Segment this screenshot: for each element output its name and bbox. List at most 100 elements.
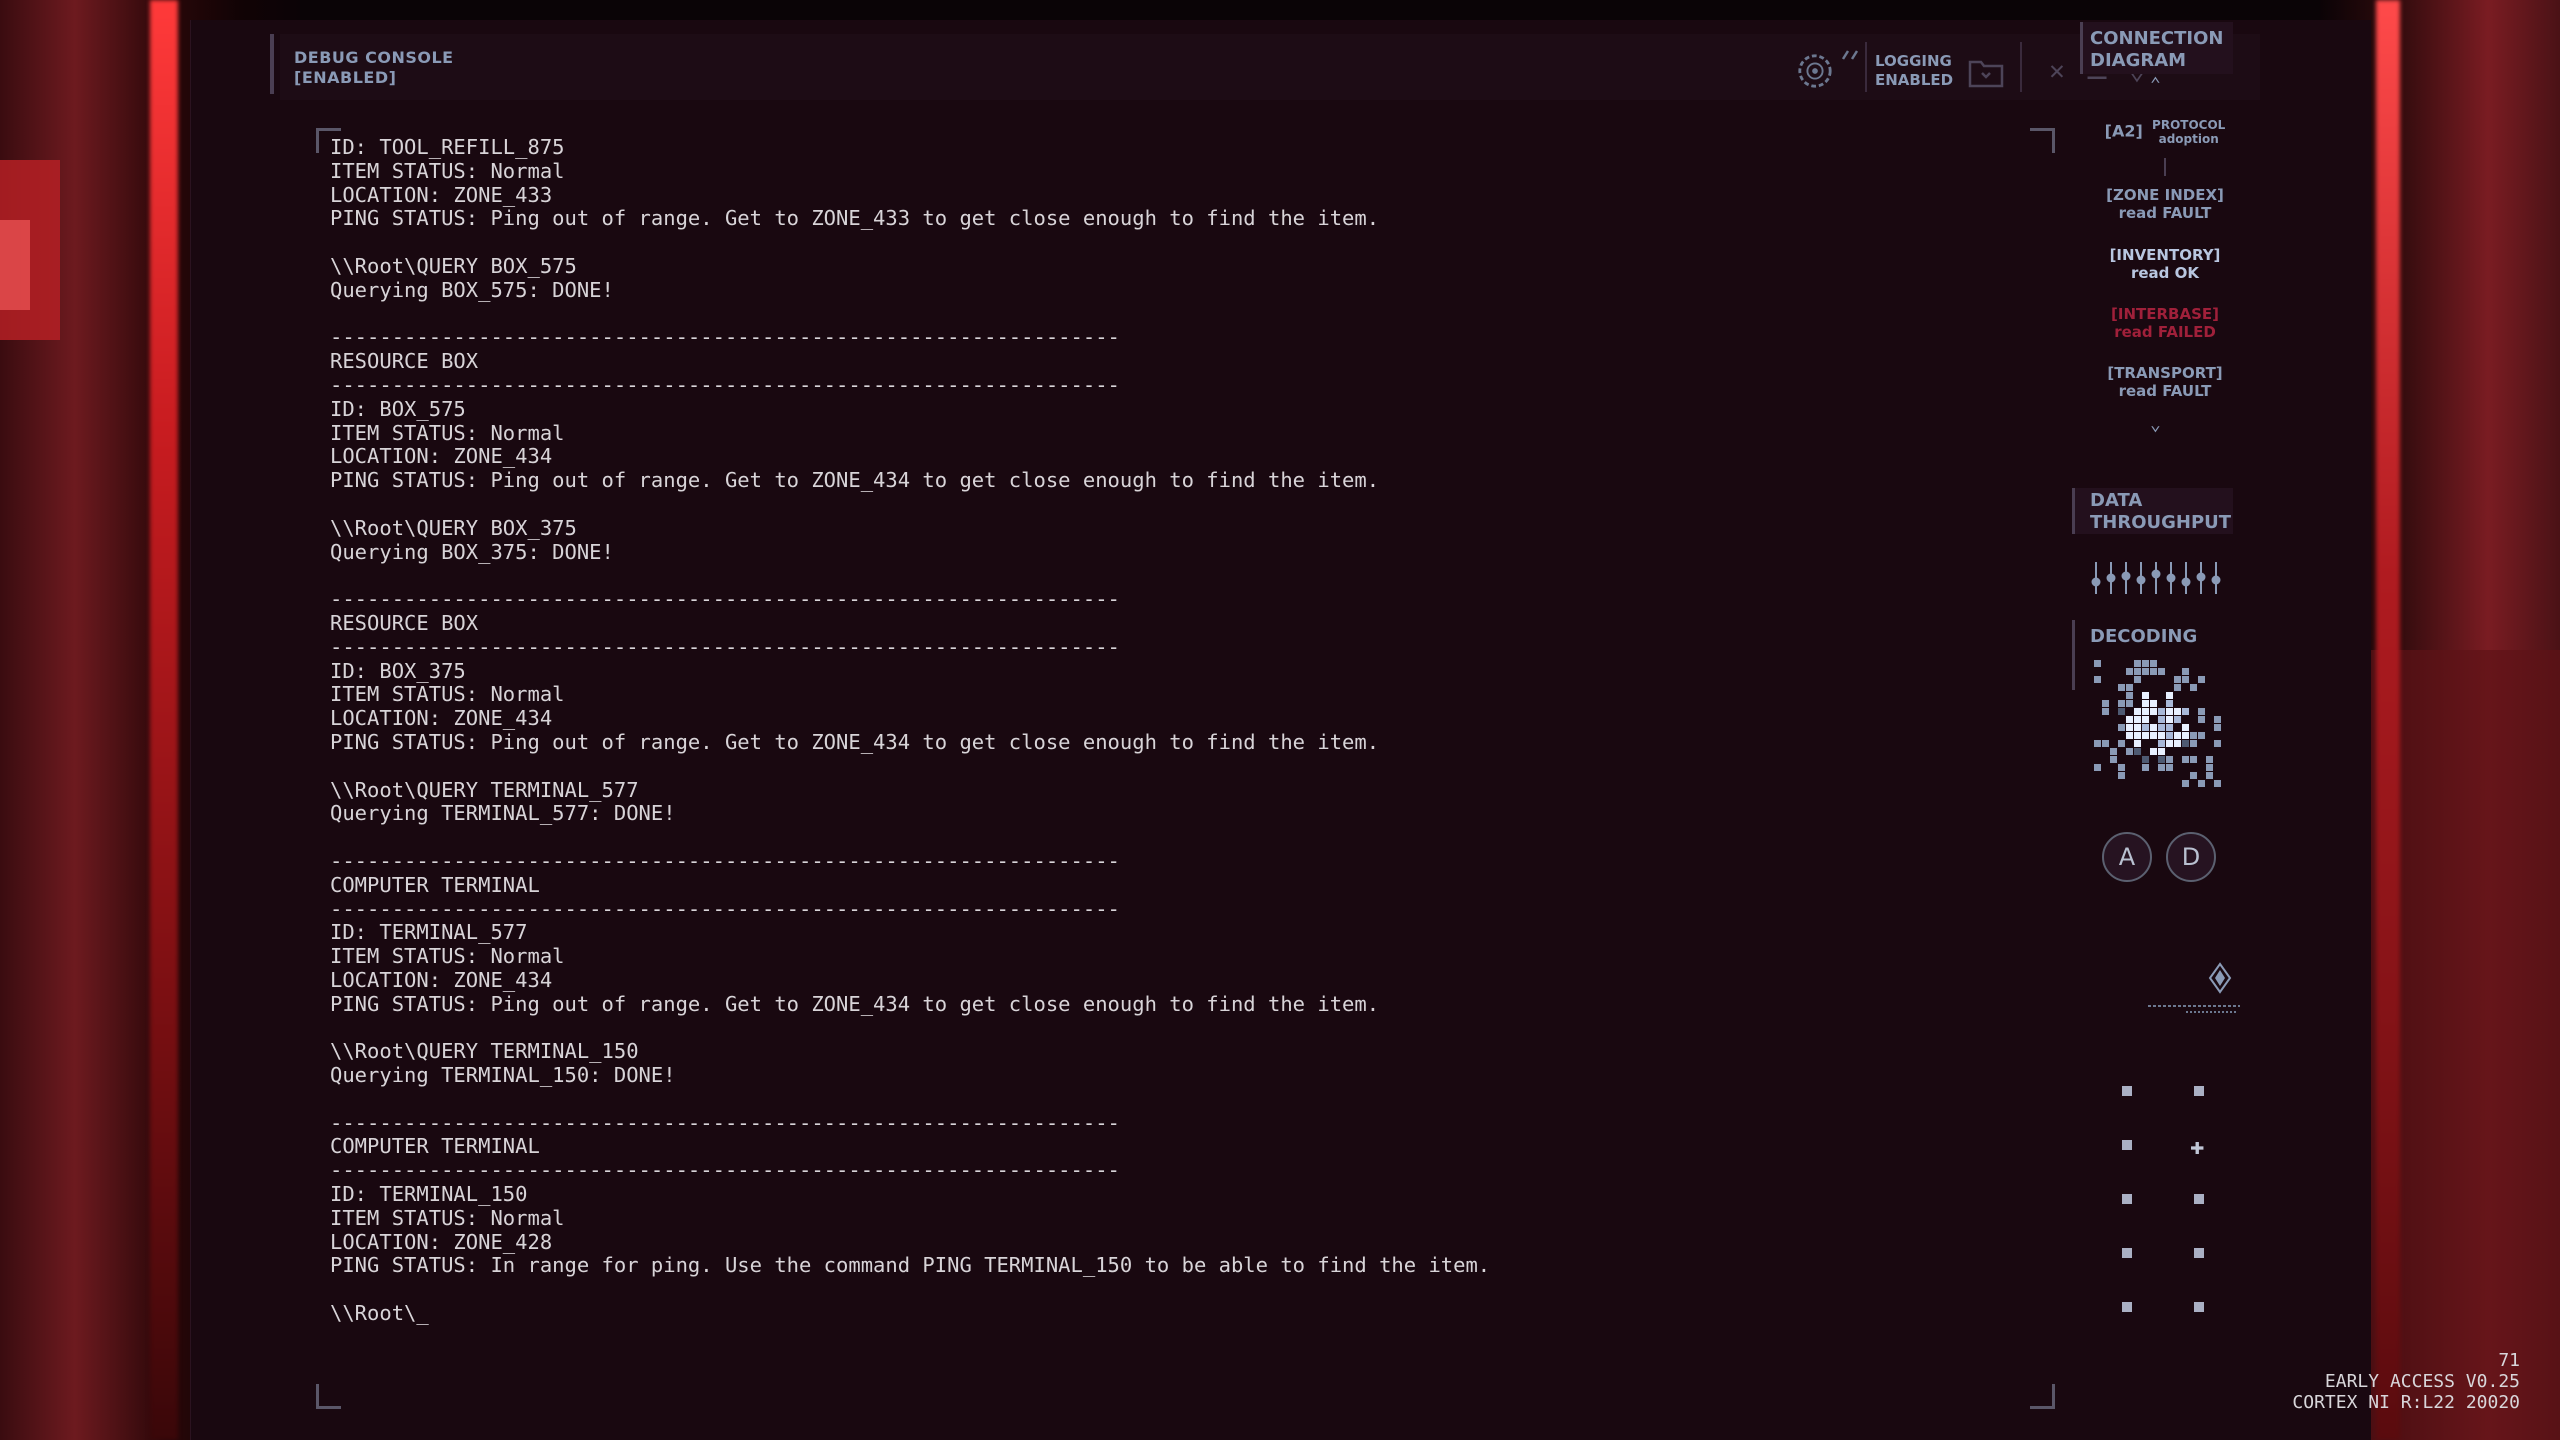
decoding-side-bar xyxy=(2072,620,2075,690)
decoding-pixel-grid xyxy=(2094,660,2222,787)
decoding-pixel xyxy=(2166,724,2173,731)
console-header-bar: DEBUG CONSOLE [ENABLED] LOGGING ENABLED … xyxy=(270,34,2260,100)
terminal-line: LOCATION: ZONE_433 xyxy=(330,182,553,207)
decoding-pixel xyxy=(2118,740,2125,747)
node-a2-sub2: adoption xyxy=(2158,132,2219,146)
nav-dot[interactable] xyxy=(2194,1248,2204,1258)
node-interbase-status: read FAILED xyxy=(2114,323,2216,341)
decoding-pixel xyxy=(2142,724,2149,731)
button-a[interactable]: A xyxy=(2102,832,2152,882)
nav-dot[interactable] xyxy=(2194,1194,2204,1204)
decoding-pixel xyxy=(2134,708,2141,715)
decoding-pixel xyxy=(2142,668,2149,675)
terminal-line: RESOURCE BOX xyxy=(330,610,479,635)
decoding-pixel xyxy=(2174,716,2181,723)
decoding-pixel xyxy=(2126,748,2133,755)
nav-dot[interactable] xyxy=(2122,1248,2132,1258)
decoding-pixel xyxy=(2110,748,2117,755)
decoding-pixel xyxy=(2094,764,2101,771)
button-d[interactable]: D xyxy=(2166,832,2216,882)
node-a2-sub1: PROTOCOL xyxy=(2152,118,2226,132)
decoding-pixel xyxy=(2198,716,2205,723)
decoding-pixel xyxy=(2198,708,2205,715)
decoding-pixel xyxy=(2158,668,2165,675)
wall-panel-light xyxy=(0,220,30,310)
signal-ticks-icon xyxy=(1841,50,1859,60)
nav-dot[interactable] xyxy=(2122,1140,2132,1150)
decoding-pixel xyxy=(2118,700,2125,707)
logging-label: LOGGING xyxy=(1875,52,1952,70)
decoding-pixel xyxy=(2190,740,2197,747)
version-build: CORTEX NI R:L22 20020 xyxy=(2292,1392,2520,1413)
decoding-pixel xyxy=(2150,708,2157,715)
nav-dot[interactable] xyxy=(2122,1194,2132,1204)
node-transport: [TRANSPORT] read FAULT xyxy=(2090,364,2240,400)
decoding-pixel xyxy=(2174,684,2181,691)
decoding-pixel xyxy=(2158,764,2165,771)
terminal-line: Querying BOX_575: DONE! xyxy=(330,277,614,302)
terminal-line: Querying TERMINAL_577: DONE! xyxy=(330,801,676,826)
header-separator xyxy=(2020,42,2022,92)
terminal-line: \\Root\QUERY BOX_575 xyxy=(330,253,577,278)
terminal-output[interactable]: ID: TOOL_REFILL_875 ITEM STATUS: Normal LO… xyxy=(330,135,2030,1326)
nav-dot[interactable] xyxy=(2194,1302,2204,1312)
decoding-pixel xyxy=(2182,756,2189,763)
throughput-title-line2: THROUGHPUT xyxy=(2090,512,2232,533)
decoding-pixel xyxy=(2134,724,2141,731)
nav-dot[interactable] xyxy=(2122,1086,2132,1096)
decoding-pixel xyxy=(2158,748,2165,755)
debug-console-label: DEBUG CONSOLE xyxy=(294,48,454,67)
decoding-pixel xyxy=(2182,732,2189,739)
decoding-pixel xyxy=(2142,660,2149,667)
terminal-line: ----------------------------------------… xyxy=(330,1158,1120,1183)
version-number: 71 xyxy=(2498,1350,2520,1371)
terminal-line: LOCATION: ZONE_428 xyxy=(330,1229,553,1254)
decoding-pixel xyxy=(2094,660,2101,667)
decoding-pixel xyxy=(2198,676,2205,683)
plus-icon[interactable]: ✚ xyxy=(2190,1134,2204,1158)
terminal-line: ----------------------------------------… xyxy=(330,896,1120,921)
decoding-pixel xyxy=(2118,772,2125,779)
nav-dot[interactable] xyxy=(2122,1302,2132,1312)
debug-console-title: DEBUG CONSOLE [ENABLED] xyxy=(294,48,454,88)
decoding-pixel xyxy=(2158,724,2165,731)
decoding-title: DECODING xyxy=(2090,626,2198,647)
terminal-line: ITEM STATUS: Normal xyxy=(330,682,565,707)
decoding-pixel xyxy=(2126,692,2133,699)
node-zone-index: [ZONE INDEX] read FAULT xyxy=(2090,186,2240,222)
decoding-pixel xyxy=(2182,708,2189,715)
chevron-down-icon[interactable]: ⌄ xyxy=(2150,414,2161,435)
nav-dot[interactable] xyxy=(2194,1086,2204,1096)
version-early-access: EARLY ACCESS V0.25 xyxy=(2324,1371,2520,1392)
red-light-strip xyxy=(150,0,178,1440)
decoding-pixel xyxy=(2142,708,2149,715)
node-a2-name: [A2] xyxy=(2104,121,2143,141)
decoding-pixel xyxy=(2126,716,2133,723)
decoding-pixel xyxy=(2142,700,2149,707)
settings-gear-icon[interactable] xyxy=(1796,52,1834,90)
decoding-pixel xyxy=(2118,708,2125,715)
terminal-line: LOCATION: ZONE_434 xyxy=(330,967,553,992)
decoding-pixel xyxy=(2182,780,2189,787)
decoding-pixel xyxy=(2126,700,2133,707)
decoding-pixel xyxy=(2174,676,2181,683)
decoding-pixel xyxy=(2166,692,2173,699)
connection-title-line1: CONNECTION xyxy=(2090,28,2224,49)
decoding-pixel xyxy=(2126,732,2133,739)
decoding-pixel xyxy=(2214,740,2221,747)
decoding-pixel xyxy=(2102,708,2109,715)
logging-state: ENABLED xyxy=(1875,71,1954,89)
decoding-pixel xyxy=(2118,764,2125,771)
folder-icon[interactable] xyxy=(1968,56,2004,88)
decoding-pixel xyxy=(2174,732,2181,739)
close-window-button[interactable]: ✕ xyxy=(2040,54,2074,88)
terminal-line: \\Root\_ xyxy=(330,1301,429,1326)
decoding-pixel xyxy=(2150,700,2157,707)
terminal-line: ID: TERMINAL_577 xyxy=(330,920,528,945)
chevron-up-icon[interactable]: ⌃ xyxy=(2150,74,2161,95)
